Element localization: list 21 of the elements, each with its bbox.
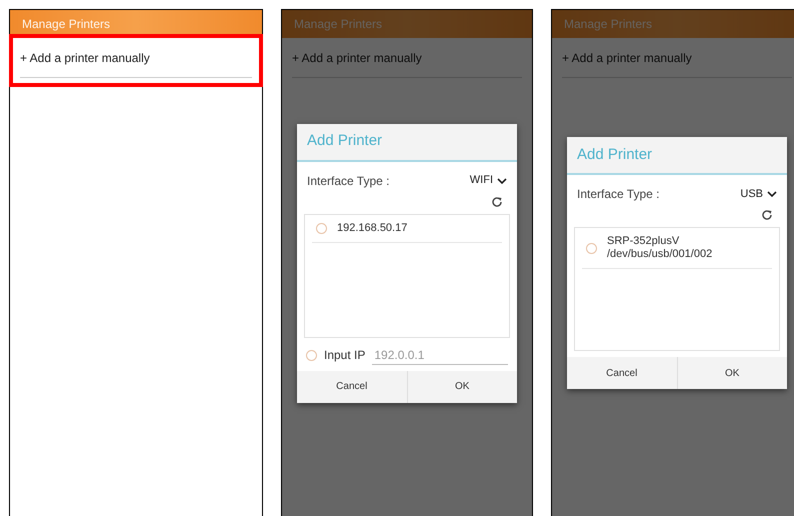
input-ip-label: Input IP: [324, 347, 366, 364]
interface-type-label: Interface Type :: [307, 172, 390, 190]
dialog-button[interactable]: OK: [676, 357, 787, 389]
interface-type-dropdown[interactable]: WIFI: [470, 172, 507, 189]
header-title: Manage Printers: [22, 16, 110, 33]
printer-list-item[interactable]: 192.168.50.17: [312, 214, 502, 242]
dialog-button[interactable]: Cancel: [567, 357, 676, 389]
add-printer-item[interactable]: + Add a printer manually: [20, 38, 252, 78]
interface-type-label: Interface Type :: [577, 186, 660, 203]
printer-name: 192.168.50.17: [337, 222, 408, 234]
header-title: Manage Printers: [294, 16, 382, 33]
interface-type-dropdown[interactable]: USB: [740, 186, 777, 202]
printer-name: SRP-352plusV: [607, 235, 680, 248]
dialog-title: Add Printer: [297, 124, 517, 162]
dialog-title: Add Printer: [567, 137, 787, 175]
dialog-button[interactable]: Cancel: [297, 370, 406, 402]
printer-name: /dev/bus/usb/001/002: [607, 248, 712, 261]
header-title: Manage Printers: [564, 16, 652, 33]
printer-list-item[interactable]: SRP-352plusV /dev/bus/usb/001/002: [582, 228, 772, 269]
ip-address-field[interactable]: 192.0.0.1: [372, 346, 508, 364]
dialog-button[interactable]: OK: [406, 370, 517, 402]
